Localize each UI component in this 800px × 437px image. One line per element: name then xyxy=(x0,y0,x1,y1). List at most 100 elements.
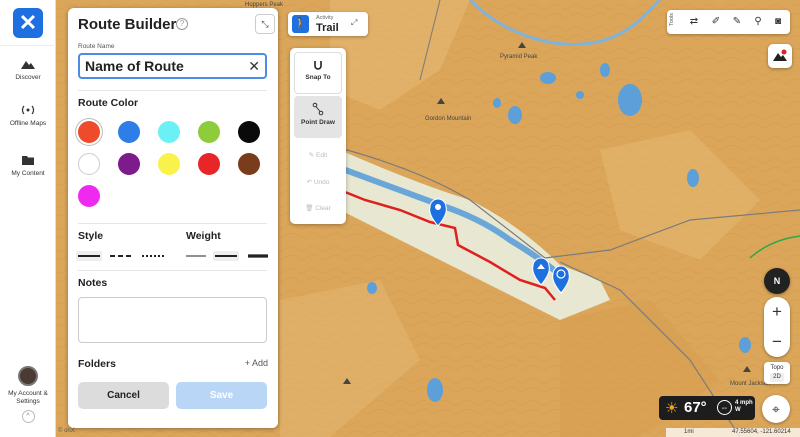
wind-speed: 4 xyxy=(735,400,739,406)
signal-icon xyxy=(21,105,35,115)
basemap-name: Topo xyxy=(770,365,784,371)
tool-label: Point Draw xyxy=(301,119,335,126)
map-tools-bar: Tools ⇄ ✐ ✎ ⚲ ◙ xyxy=(667,10,790,34)
help-icon[interactable]: ? xyxy=(176,18,188,30)
draw-tool-icon[interactable]: ✎ xyxy=(730,15,744,29)
camera-icon[interactable]: ◙ xyxy=(771,15,785,29)
waypoint-icon[interactable]: ⚲ xyxy=(751,15,765,29)
color-swatch[interactable] xyxy=(238,153,260,175)
color-swatch[interactable] xyxy=(158,121,180,143)
pencil-icon: ✎ xyxy=(308,152,317,159)
add-folder-link[interactable]: + Add xyxy=(245,358,268,368)
nav-account[interactable]: My Account & Settings ^ xyxy=(0,366,56,423)
route-name-label: Route Name xyxy=(78,43,115,50)
snap-to-button[interactable]: Snap To xyxy=(294,52,342,94)
weight-label: Weight xyxy=(186,230,221,242)
color-swatch[interactable] xyxy=(78,185,100,207)
weight-medium-option[interactable] xyxy=(213,251,239,261)
chevron-up-icon[interactable]: ^ xyxy=(21,410,35,423)
peak-label: Pyramid Peak xyxy=(500,54,538,60)
color-swatch[interactable] xyxy=(118,121,140,143)
point-draw-icon xyxy=(312,102,324,116)
temperature: 67° xyxy=(684,399,707,416)
color-swatch[interactable] xyxy=(78,121,100,143)
basemap-toggle[interactable]: Topo 2D xyxy=(764,362,790,384)
nav-label: Discover xyxy=(15,74,41,81)
cancel-button[interactable]: Cancel xyxy=(78,382,169,409)
hiker-icon: 🚶 xyxy=(292,15,309,33)
tools-label: Tools xyxy=(669,13,675,26)
draw-tools-palette: Snap To Point Draw ✎ Edit ↶ Undo 🗑 Clear xyxy=(290,48,346,224)
save-button[interactable]: Save xyxy=(176,382,267,409)
crosshair-icon: ⌖ xyxy=(772,400,780,417)
route-tool-icon[interactable]: ⇄ xyxy=(687,15,701,29)
route-color-label: Route Color xyxy=(78,97,139,109)
layers-button[interactable] xyxy=(768,44,792,68)
expand-icon[interactable]: ⤢ xyxy=(351,18,357,28)
divider xyxy=(78,270,267,271)
weight-thin-option[interactable] xyxy=(184,251,208,261)
locate-button[interactable]: ⌖ xyxy=(762,395,790,423)
nav-label: Offline Maps xyxy=(9,120,47,127)
folder-icon xyxy=(22,156,34,165)
wind-unit: mph xyxy=(740,400,753,406)
close-icon[interactable]: ✕ xyxy=(13,7,43,38)
notes-textarea[interactable] xyxy=(78,297,267,343)
compass-icon: N xyxy=(773,276,781,286)
scale-distance: 1mi xyxy=(684,429,694,435)
page-title: Route Builder xyxy=(78,16,177,33)
weight-thick-option[interactable] xyxy=(246,251,270,261)
notes-label: Notes xyxy=(78,277,108,289)
line-tool-icon[interactable]: ✐ xyxy=(709,15,723,29)
trash-icon: 🗑 xyxy=(305,205,316,212)
color-swatch[interactable] xyxy=(238,121,260,143)
basemap-mode[interactable]: 2D xyxy=(770,373,784,382)
route-name-input[interactable]: Name of Route ✕ xyxy=(78,53,267,79)
divider xyxy=(78,90,267,91)
minimize-icon[interactable]: ⤡ xyxy=(255,14,275,34)
tool-label: Snap To xyxy=(305,74,331,81)
layers-icon xyxy=(773,49,787,61)
nav-my-content[interactable]: My Content xyxy=(0,154,56,178)
style-dashed-option[interactable] xyxy=(108,251,134,261)
tool-label: Clear xyxy=(315,205,331,212)
magnet-icon xyxy=(314,61,322,70)
sun-icon: ☀ xyxy=(665,400,679,417)
wind-direction: W xyxy=(735,407,741,413)
color-swatch[interactable] xyxy=(198,153,220,175)
avatar[interactable] xyxy=(18,366,38,386)
zoom-out-button[interactable]: − xyxy=(764,327,790,357)
style-dotted-option[interactable] xyxy=(140,251,166,261)
activity-selector[interactable]: 🚶 Activity Trail ⤢ xyxy=(288,12,368,36)
edit-button[interactable]: ✎ Edit xyxy=(294,147,342,173)
zoom-controls: + − xyxy=(764,297,790,357)
zoom-in-button[interactable]: + xyxy=(764,297,790,327)
style-solid-option[interactable] xyxy=(76,251,102,261)
left-nav: ✕ Discover Offline Maps My Content My Ac… xyxy=(0,0,56,437)
tool-label: Undo xyxy=(313,179,330,186)
divider xyxy=(78,223,267,224)
nav-label: My Account & Settings xyxy=(8,390,48,405)
color-swatch[interactable] xyxy=(118,153,140,175)
clear-button[interactable]: 🗑 Clear xyxy=(294,200,342,226)
color-swatch[interactable] xyxy=(158,153,180,175)
color-swatch[interactable] xyxy=(78,153,100,175)
color-swatch[interactable] xyxy=(198,121,220,143)
map-attribution: © onX xyxy=(58,428,75,434)
route-name-value: Name of Route xyxy=(85,58,184,74)
undo-button[interactable]: ↶ Undo xyxy=(294,174,342,200)
cursor-coordinates: 47.55604, -121.60214 xyxy=(732,429,791,435)
wind-readout: 4 mph W xyxy=(735,400,753,414)
nav-discover[interactable]: Discover xyxy=(0,58,56,82)
scale-bar: 1mi 47.55604, -121.60214 xyxy=(666,428,800,437)
tool-label: Edit xyxy=(316,152,328,159)
mountain-icon xyxy=(21,61,35,69)
clear-icon[interactable]: ✕ xyxy=(248,55,260,77)
point-draw-button[interactable]: Point Draw xyxy=(294,96,342,138)
compass-button[interactable]: N xyxy=(764,268,790,294)
weather-widget[interactable]: ☀ 67° ⇔ 4 mph W xyxy=(659,396,755,420)
nav-offline-maps[interactable]: Offline Maps xyxy=(0,104,56,128)
app-logo[interactable]: ✕ xyxy=(0,0,56,46)
activity-value: Trail xyxy=(316,22,339,34)
undo-icon: ↶ xyxy=(306,179,314,186)
